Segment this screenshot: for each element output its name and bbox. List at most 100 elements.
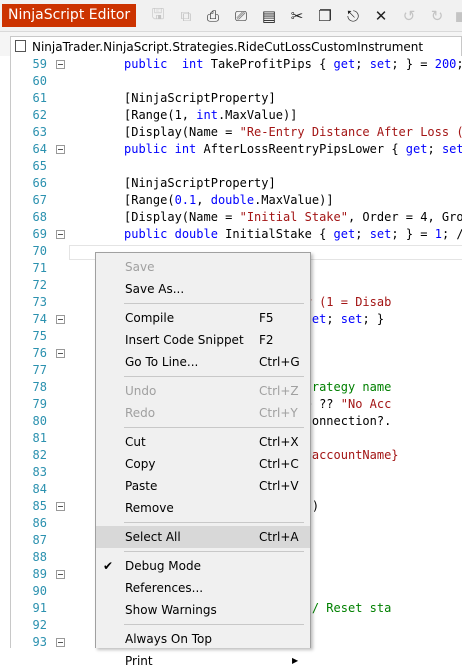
paste-icon[interactable]: ⎋ <box>344 7 362 25</box>
save-icon[interactable]: 🖫 <box>149 5 167 25</box>
collapse-icon[interactable] <box>56 145 65 154</box>
properties-icon[interactable]: ▤ <box>260 7 278 25</box>
line-number: 88 <box>32 550 47 564</box>
menu-item-show-warnings[interactable]: Show Warnings <box>96 599 310 621</box>
menu-item-select-all[interactable]: Select All Ctrl+A <box>96 526 310 548</box>
code-text: [Range(0.1, double.MaxValue)] <box>124 193 334 207</box>
menu-item-label: Print <box>125 654 153 668</box>
print-icon[interactable]: ⎙ <box>204 7 222 25</box>
tab-label: NinjaTrader.NinjaScript.Strategies.RideC… <box>32 40 424 54</box>
tab-script-file[interactable]: NinjaTrader.NinjaScript.Strategies.RideC… <box>10 36 462 58</box>
line-number: 85 <box>32 499 47 513</box>
menu-item-paste[interactable]: Paste Ctrl+V <box>96 475 310 497</box>
code-line[interactable]: 64 public int AfterLossReentryPipsLower {… <box>11 141 462 158</box>
line-number: 64 <box>32 142 47 156</box>
code-line[interactable]: 62 [Range(1, int.MaxValue)] <box>11 107 462 124</box>
collapse-icon[interactable] <box>56 570 65 579</box>
menu-item-references[interactable]: References... <box>96 577 310 599</box>
menu-item-shortcut: Ctrl+G <box>259 355 300 369</box>
title-bar: NinjaScript Editor 🖫 ⧉ ⎙ ⎚ ▤ ✂ ❐ ⎋ ✕ ↺ ↻… <box>0 0 462 32</box>
menu-item-cut[interactable]: Cut Ctrl+X <box>96 431 310 453</box>
line-number: 73 <box>32 295 47 309</box>
line-number: 69 <box>32 227 47 241</box>
menu-item-shortcut: Ctrl+Y <box>259 406 298 420</box>
line-number: 71 <box>32 261 47 275</box>
code-text: public double InitialStake { get; set; }… <box>124 227 462 241</box>
context-menu: Save Save As... Compile F5 Insert Code Snipp… <box>95 252 311 668</box>
line-number: 62 <box>32 108 47 122</box>
code-text: public int TakeProfitPips { get; set; } … <box>124 57 462 71</box>
menu-item-label: Save <box>125 260 155 274</box>
menu-item-save[interactable]: Save <box>96 256 310 278</box>
code-line[interactable]: 69 public double InitialStake { get; set;… <box>11 226 462 243</box>
code-line[interactable]: 66 [NinjaScriptProperty] <box>11 175 462 192</box>
compile-icon[interactable]: ◼ <box>452 7 462 25</box>
line-number: 63 <box>32 125 47 139</box>
line-number: 67 <box>32 193 47 207</box>
menu-item-always-on-top[interactable]: Always On Top <box>96 628 310 650</box>
menu-item-label: Redo <box>125 406 156 420</box>
menu-item-remove[interactable]: Remove <box>96 497 310 519</box>
line-number: 91 <box>32 601 47 615</box>
code-line[interactable]: 65 <box>11 158 462 175</box>
print-preview-icon[interactable]: ⎚ <box>232 7 250 25</box>
collapse-icon[interactable] <box>56 638 65 647</box>
menu-item-compile[interactable]: Compile F5 <box>96 307 310 329</box>
code-text: [Display(Name = "Re-Entry Distance After… <box>124 125 462 139</box>
line-number: 83 <box>32 465 47 479</box>
menu-item-go-to-line[interactable]: Go To Line... Ctrl+G <box>96 351 310 373</box>
menu-item-print[interactable]: Print ▶ <box>96 650 310 672</box>
menu-separator <box>124 427 304 428</box>
menu-item-shortcut: Ctrl+C <box>259 457 299 471</box>
menu-item-label: References... <box>125 581 204 595</box>
menu-item-shortcut: Ctrl+V <box>259 479 299 493</box>
menu-separator <box>124 522 304 523</box>
code-line[interactable]: 67 [Range(0.1, double.MaxValue)] <box>11 192 462 209</box>
delete-icon[interactable]: ✕ <box>372 7 390 25</box>
code-line[interactable]: 68 [Display(Name = "Initial Stake", Order… <box>11 209 462 226</box>
menu-item-undo[interactable]: Undo Ctrl+Z <box>96 380 310 402</box>
menu-item-debug-mode[interactable]: ✔ Debug Mode <box>96 555 310 577</box>
menu-item-label: Show Warnings <box>125 603 217 617</box>
copy-icon[interactable]: ❐ <box>316 7 334 25</box>
menu-item-save-as[interactable]: Save As... <box>96 278 310 300</box>
code-line[interactable]: 60 <box>11 73 462 90</box>
collapse-icon[interactable] <box>56 315 65 324</box>
menu-item-label: Debug Mode <box>125 559 201 573</box>
menu-separator <box>124 303 304 304</box>
checkmark-icon: ✔ <box>103 559 114 573</box>
line-number: 76 <box>32 346 47 360</box>
menu-item-insert-code-snippet[interactable]: Insert Code Snippet F2 <box>96 329 310 351</box>
code-line[interactable]: 59 public int TakeProfitPips { get; set; … <box>11 56 462 73</box>
menu-item-label: Copy <box>125 457 156 471</box>
line-number: 92 <box>32 618 47 632</box>
code-line[interactable]: 63 [Display(Name = "Re-Entry Distance Aft… <box>11 124 462 141</box>
collapse-icon[interactable] <box>56 60 65 69</box>
code-text: [Display(Name = "Initial Stake", Order =… <box>124 210 462 224</box>
collapse-icon[interactable] <box>56 502 65 511</box>
app-title[interactable]: NinjaScript Editor <box>2 4 137 27</box>
menu-item-label: Go To Line... <box>125 355 199 369</box>
menu-item-copy[interactable]: Copy Ctrl+C <box>96 453 310 475</box>
collapse-icon[interactable] <box>56 230 65 239</box>
menu-item-redo[interactable]: Redo Ctrl+Y <box>96 402 310 424</box>
line-number: 66 <box>32 176 47 190</box>
save-all-icon[interactable]: ⧉ <box>177 7 195 25</box>
line-number: 61 <box>32 91 47 105</box>
line-number: 81 <box>32 431 47 445</box>
collapse-icon[interactable] <box>56 349 65 358</box>
cut-icon[interactable]: ✂ <box>288 7 306 25</box>
redo-icon[interactable]: ↻ <box>428 7 446 25</box>
submenu-arrow-icon: ▶ <box>292 656 299 665</box>
menu-item-label: Select All <box>125 530 181 544</box>
code-line[interactable]: 61 [NinjaScriptProperty] <box>11 90 462 107</box>
menu-separator <box>124 551 304 552</box>
line-number: 86 <box>32 516 47 530</box>
file-icon <box>15 40 26 52</box>
line-number: 84 <box>32 482 47 496</box>
line-number: 93 <box>32 635 47 648</box>
code-text: [NinjaScriptProperty] <box>124 91 276 105</box>
undo-icon[interactable]: ↺ <box>400 7 418 25</box>
code-text: [Range(1, int.MaxValue)] <box>124 108 298 122</box>
line-number: 74 <box>32 312 47 326</box>
